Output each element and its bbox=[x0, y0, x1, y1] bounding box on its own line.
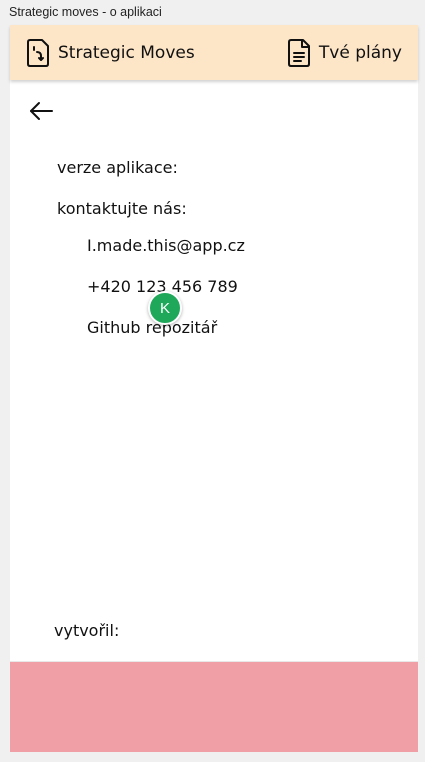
arrow-left-icon bbox=[28, 102, 54, 127]
moves-document-icon bbox=[26, 38, 50, 68]
strategic-moves-nav-button[interactable]: Strategic Moves bbox=[26, 38, 195, 68]
email-link[interactable]: I.made.this@app.cz bbox=[87, 236, 245, 255]
back-button[interactable] bbox=[28, 99, 56, 123]
plans-nav-button[interactable]: Tvé plány bbox=[287, 38, 402, 68]
avatar[interactable]: K bbox=[148, 291, 182, 325]
version-label: verze aplikace: bbox=[57, 158, 178, 177]
window-title: Strategic moves - o aplikaci bbox=[9, 5, 162, 19]
contact-label: kontaktujte nás: bbox=[57, 199, 187, 218]
app-frame: Strategic Moves Tvé plány verze aplikace… bbox=[10, 25, 418, 751]
plans-label: Tvé plány bbox=[318, 43, 402, 63]
author-label: vytvořil: bbox=[54, 621, 120, 640]
github-link[interactable]: Github repozitář bbox=[87, 318, 217, 337]
strategic-moves-label: Strategic Moves bbox=[58, 43, 195, 63]
bottom-panel bbox=[10, 661, 418, 752]
plans-document-icon bbox=[287, 38, 311, 68]
top-navigation-bar: Strategic Moves Tvé plány bbox=[10, 25, 418, 80]
